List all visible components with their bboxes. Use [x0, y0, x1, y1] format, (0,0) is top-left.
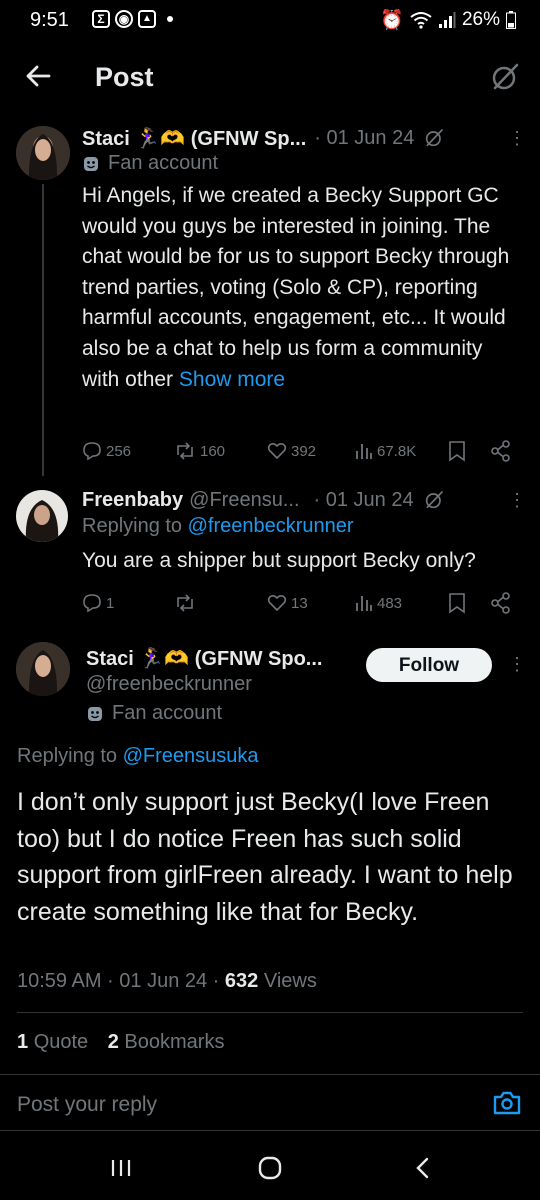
more-options-icon[interactable]: ⋮	[508, 128, 526, 149]
masks-icon	[88, 706, 102, 721]
system-icons: ⏰ 26%	[380, 8, 516, 32]
home-icon[interactable]	[257, 1155, 283, 1181]
views-chart-icon	[356, 444, 372, 459]
recent-apps-icon[interactable]	[110, 1157, 132, 1179]
replying-to: Replying to @freenbeckrunner	[82, 515, 354, 537]
masks-icon	[84, 156, 98, 171]
like-button[interactable]: 392	[267, 441, 316, 461]
repost-button[interactable]: 160	[174, 441, 225, 461]
bookmarks-link[interactable]: 2 Bookmarks	[108, 1031, 225, 1053]
sigma-notification-icon: Σ	[92, 10, 110, 28]
avatar[interactable]	[16, 642, 70, 696]
reply-icon	[83, 442, 101, 461]
page-title: Post	[95, 62, 154, 92]
show-more-link[interactable]: Show more	[179, 368, 285, 391]
views-button[interactable]: 67.8K	[355, 442, 416, 460]
follow-button[interactable]: Follow	[366, 648, 492, 682]
grok-icon[interactable]	[490, 62, 520, 92]
wifi-icon	[410, 12, 432, 29]
post-text: I don’t only support just Becky(I love F…	[17, 788, 513, 926]
avatar[interactable]	[16, 490, 68, 542]
share-icon[interactable]	[490, 592, 512, 614]
reply-icon	[83, 594, 101, 613]
heart-icon	[267, 594, 287, 612]
bookmark-icon[interactable]	[448, 592, 466, 614]
quotes-link[interactable]: 1 Quote	[17, 1031, 88, 1053]
divider	[0, 1130, 540, 1131]
bookmark-icon[interactable]	[448, 440, 466, 462]
author-name[interactable]: Freenbaby	[82, 489, 183, 512]
alarm-icon: ⏰	[380, 10, 404, 31]
back-nav-icon[interactable]	[412, 1156, 434, 1180]
divider	[0, 1074, 540, 1075]
tweet-actions: 1 13 483	[82, 590, 522, 616]
engagement-stats: 1 Quote 2 Bookmarks	[17, 1031, 224, 1054]
replying-to: Replying to @Freensusuka	[17, 745, 259, 767]
heart-icon	[267, 442, 287, 460]
more-notifications-icon	[167, 16, 173, 22]
views-button[interactable]: 483	[355, 594, 402, 612]
share-icon[interactable]	[490, 440, 512, 462]
replying-to-link[interactable]: @Freensusuka	[123, 745, 259, 767]
notification-icons: Σ ◉ ▲	[92, 10, 173, 28]
fan-account-label: Fan account	[86, 702, 222, 725]
reply-button[interactable]: 256	[82, 441, 131, 461]
image-notification-icon: ▲	[138, 10, 156, 28]
author-name[interactable]: Staci 🏃‍♀️🫶 (GFNW Sp...	[82, 126, 306, 151]
repost-icon	[177, 594, 193, 612]
reply-input[interactable]: Post your reply	[17, 1093, 157, 1117]
top-app-bar: Post	[0, 48, 540, 108]
app-notification-icon: ◉	[115, 10, 133, 28]
signal-icon	[438, 12, 456, 28]
repost-button[interactable]	[174, 593, 196, 613]
battery-percent: 26%	[461, 9, 500, 30]
battery-icon	[506, 11, 516, 29]
replying-to-link[interactable]: @freenbeckrunner	[188, 515, 354, 537]
reply-button[interactable]: 1	[82, 593, 114, 613]
post-text: You are a shipper but support Becky only…	[82, 549, 476, 572]
more-options-icon[interactable]: ⋮	[508, 490, 526, 511]
tweet-header: Staci 🏃‍♀️🫶 (GFNW Sp... · 01 Jun 24	[82, 124, 522, 152]
fan-account-label: Fan account	[82, 152, 218, 175]
avatar[interactable]	[16, 126, 70, 180]
status-bar: 9:51 Σ ◉ ▲ ⏰ 26%	[0, 0, 540, 42]
author-handle[interactable]: @Freensu...	[189, 489, 299, 512]
more-options-icon[interactable]: ⋮	[508, 654, 526, 675]
views-count: 632	[224, 970, 259, 992]
like-button[interactable]: 13	[267, 593, 308, 613]
thread-line	[42, 184, 44, 476]
grok-icon[interactable]	[424, 128, 444, 148]
repost-icon	[177, 442, 193, 460]
post-date[interactable]: · 01 Jun 24	[314, 489, 414, 512]
author-handle[interactable]: @freenbeckrunner	[86, 673, 252, 696]
views-chart-icon	[356, 596, 372, 611]
status-time: 9:51	[30, 9, 69, 31]
post-timestamp: 10:59 AM · 01 Jun 24 · 632 Views	[17, 970, 317, 992]
camera-icon[interactable]	[492, 1088, 522, 1118]
tweet-actions: 256 160 392 67.8K	[82, 438, 522, 464]
post-date[interactable]: · 01 Jun 24	[314, 127, 414, 150]
author-name[interactable]: Staci 🏃‍♀️🫶 (GFNW Spo...	[86, 646, 322, 671]
grok-icon[interactable]	[424, 490, 444, 510]
post-text: Hi Angels, if we created a Becky Support…	[82, 184, 510, 391]
divider	[17, 1012, 523, 1013]
system-navigation-bar	[0, 1140, 540, 1200]
tweet-header: Freenbaby @Freensu... · 01 Jun 24	[82, 486, 522, 514]
back-arrow-icon[interactable]	[24, 62, 52, 90]
